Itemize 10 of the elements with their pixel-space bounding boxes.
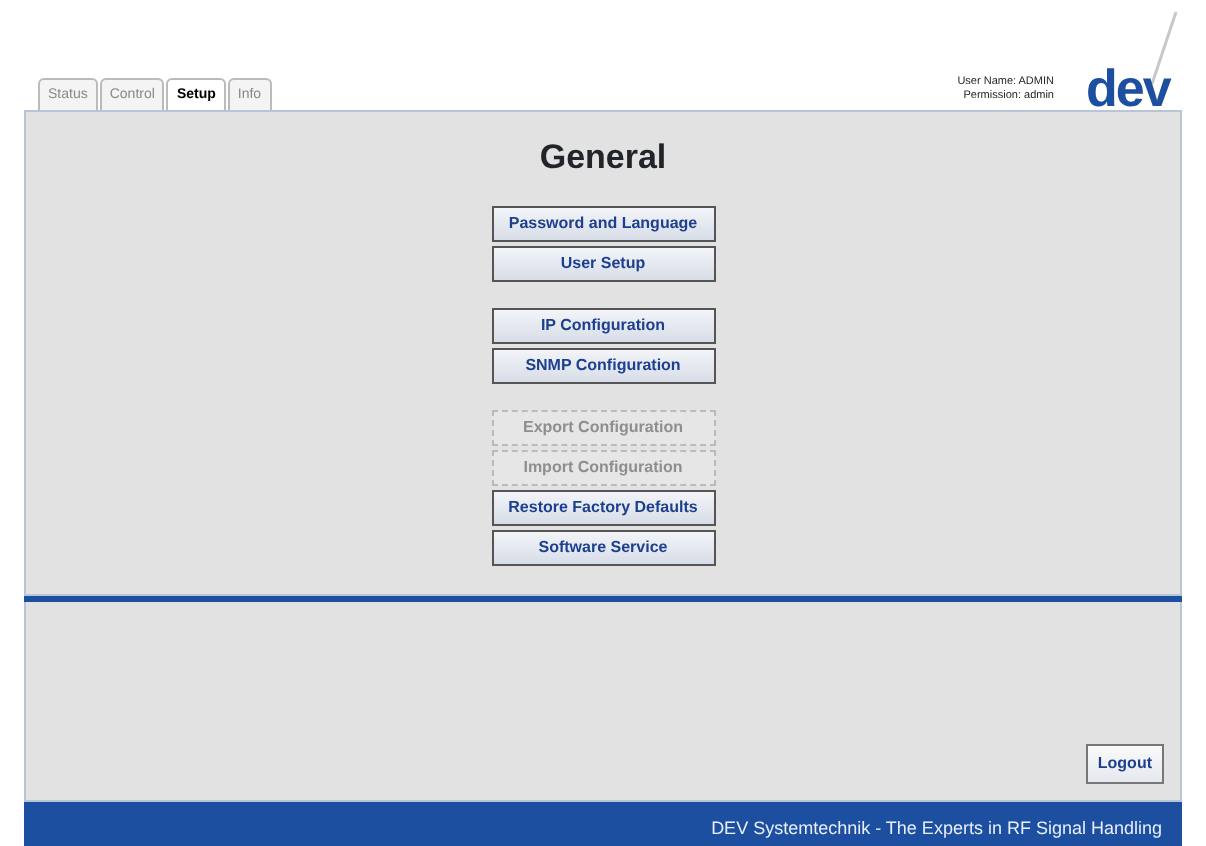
config-button[interactable]: User Setup xyxy=(491,245,715,281)
config-button[interactable]: IP Configuration xyxy=(491,307,715,343)
config-button[interactable]: Restore Factory Defaults xyxy=(491,489,715,525)
logout-button[interactable]: Logout xyxy=(1085,744,1164,784)
config-button[interactable]: Password and Language xyxy=(491,205,715,241)
page-heading: General xyxy=(539,136,667,180)
footer-text: DEV Systemtechnik - The Experts in RF Signal Handling xyxy=(24,802,1182,846)
config-button[interactable]: Software Service xyxy=(491,529,715,565)
logo-text: dev xyxy=(1086,68,1170,110)
config-button[interactable]: SNMP Configuration xyxy=(491,347,715,383)
